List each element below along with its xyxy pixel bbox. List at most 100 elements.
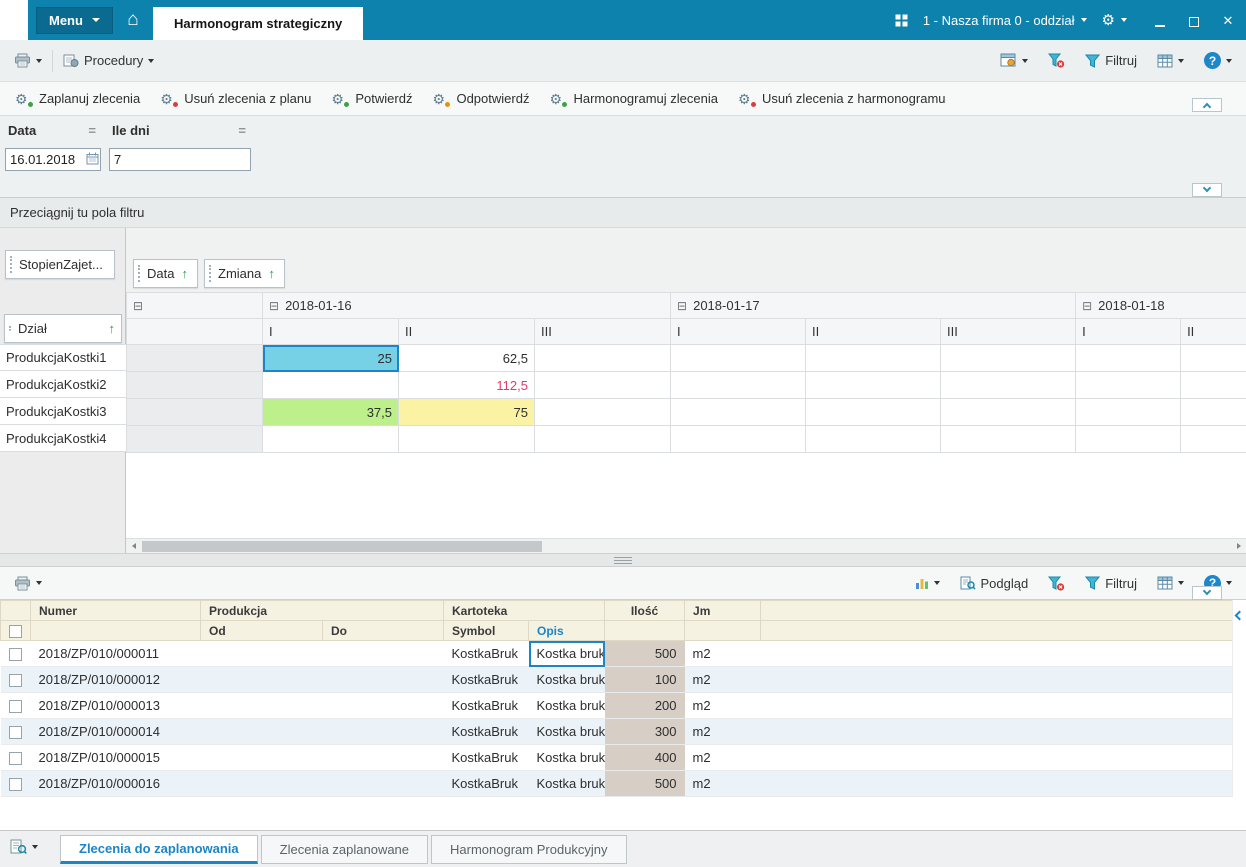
cell-symbol[interactable]: KostkaBruk <box>443 718 529 745</box>
pivot-subheader[interactable]: II <box>398 318 535 345</box>
column-header-numer[interactable]: Numer <box>30 600 201 621</box>
pivot-cell[interactable] <box>533 371 672 399</box>
pivot-cell[interactable] <box>533 425 672 453</box>
calendar-icon[interactable] <box>86 152 99 165</box>
cell-jm[interactable]: m2 <box>684 744 761 771</box>
cell-od[interactable] <box>200 666 323 693</box>
column-header-od[interactable]: Od <box>200 620 323 641</box>
cell-jm[interactable]: m2 <box>684 692 761 719</box>
cell-ilosc[interactable]: 300 <box>604 718 685 745</box>
cell-ilosc[interactable]: 500 <box>604 770 685 797</box>
action-zaplanuj-zlecenia[interactable]: ⚙ Zaplanuj zlecenia <box>6 85 149 113</box>
pivot-subheader[interactable]: I <box>262 318 399 345</box>
grid-settings-button[interactable] <box>1151 48 1190 74</box>
cell-do[interactable] <box>322 640 444 667</box>
filter-button[interactable]: Filtruj <box>1079 48 1143 74</box>
menu-button[interactable]: Menu <box>36 6 113 34</box>
cell-opis[interactable]: Kostka bruk <box>528 692 605 719</box>
apps-button[interactable] <box>895 14 908 27</box>
collapse-box-icon[interactable]: ⊟ <box>677 299 687 313</box>
cell-opis-selected[interactable]: Kostka bruk <box>528 640 605 667</box>
close-button[interactable]: ✕ <box>1222 14 1234 27</box>
cell-jm[interactable]: m2 <box>684 666 761 693</box>
cell-symbol[interactable]: KostkaBruk <box>443 744 529 771</box>
cell-numer[interactable]: 2018/ZP/010/000011 <box>30 640 201 667</box>
pivot-cell[interactable] <box>533 344 672 372</box>
pivot-cell[interactable] <box>805 344 942 372</box>
action-usun-zlecenia-z-planu[interactable]: ⚙ Usuń zlecenia z planu <box>151 85 320 113</box>
pivot-subheader[interactable]: III <box>940 318 1077 345</box>
row-checkbox[interactable] <box>9 752 22 766</box>
pivot-column-field-data-chip[interactable]: Data ↑ <box>133 259 198 288</box>
preview-button[interactable]: Podgląd <box>954 570 1035 596</box>
pivot-column-group-2018-01-16[interactable]: ⊟ 2018-01-16 <box>261 292 672 319</box>
column-header-ilosc[interactable]: Ilość <box>604 600 686 621</box>
select-all-checkbox[interactable] <box>9 624 22 638</box>
pivot-cell[interactable] <box>262 425 399 453</box>
pivot-subheader[interactable]: I <box>1075 318 1182 345</box>
cell-ilosc[interactable]: 500 <box>604 640 685 667</box>
cell-numer[interactable]: 2018/ZP/010/000012 <box>30 666 201 693</box>
pivot-cell-selected[interactable]: 25 <box>262 344 399 372</box>
scroll-right-button[interactable] <box>1231 539 1246 553</box>
expand-params-panel-button[interactable] <box>1192 183 1222 197</box>
collapse-box-icon[interactable]: ⊟ <box>269 299 279 313</box>
pivot-data-field-chip[interactable]: StopienZajet... <box>5 250 115 279</box>
cell-numer[interactable]: 2018/ZP/010/000014 <box>30 718 201 745</box>
pivot-subheader[interactable]: I <box>670 318 807 345</box>
cell-opis[interactable]: Kostka bruk <box>528 744 605 771</box>
row-checkbox[interactable] <box>9 674 22 688</box>
column-header-jm[interactable]: Jm <box>684 600 762 621</box>
pivot-cell[interactable] <box>398 425 535 453</box>
pivot-cell[interactable] <box>805 425 942 453</box>
cell-od[interactable] <box>200 770 323 797</box>
pivot-cell[interactable] <box>670 344 807 372</box>
cell-symbol[interactable]: KostkaBruk <box>443 666 529 693</box>
pivot-cell[interactable]: 75 <box>398 398 535 426</box>
cell-numer[interactable]: 2018/ZP/010/000016 <box>30 770 201 797</box>
cell-numer[interactable]: 2018/ZP/010/000013 <box>30 692 201 719</box>
pivot-cell[interactable] <box>533 398 672 426</box>
print-button[interactable] <box>8 48 48 74</box>
cell-od[interactable] <box>200 640 323 667</box>
procedures-button[interactable]: Procedury <box>57 48 160 74</box>
collapse-box-icon[interactable]: ⊟ <box>133 299 143 313</box>
cell-jm[interactable]: m2 <box>684 718 761 745</box>
cell-numer[interactable]: 2018/ZP/010/000015 <box>30 744 201 771</box>
cell-symbol[interactable]: KostkaBruk <box>443 770 529 797</box>
scroll-left-button[interactable] <box>126 539 141 553</box>
pivot-cell[interactable] <box>940 425 1077 453</box>
customize-view-button[interactable] <box>994 48 1034 74</box>
pivot-subheader[interactable]: II <box>1180 318 1246 345</box>
pivot-cell[interactable] <box>1075 425 1182 453</box>
window-tab-title[interactable]: Harmonogram strategiczny <box>152 7 364 40</box>
print-orders-button[interactable] <box>8 570 48 596</box>
pivot-cell[interactable] <box>1180 344 1246 372</box>
collapse-right-panel-button[interactable] <box>1232 600 1246 796</box>
tab-zlecenia-zaplanowane[interactable]: Zlecenia zaplanowane <box>260 835 429 864</box>
pivot-subheader[interactable]: II <box>805 318 942 345</box>
cell-opis[interactable]: Kostka bruk <box>528 770 605 797</box>
pivot-cell[interactable] <box>670 425 807 453</box>
cell-do[interactable] <box>322 744 444 771</box>
cell-symbol[interactable]: KostkaBruk <box>443 692 529 719</box>
action-potwierdz[interactable]: ⚙ Potwierdź <box>322 85 421 113</box>
tab-harmonogram-produkcyjny[interactable]: Harmonogram Produkcyjny <box>431 835 627 864</box>
pivot-cell[interactable] <box>1075 371 1182 399</box>
filter-equals-icon[interactable]: = <box>238 123 246 138</box>
column-header-symbol[interactable]: Symbol <box>443 620 529 641</box>
help-button[interactable]: ? <box>1198 48 1238 74</box>
collapse-box-icon[interactable]: ⊟ <box>1082 299 1092 313</box>
home-button[interactable]: ⌂ <box>113 0 153 40</box>
cell-do[interactable] <box>322 718 444 745</box>
cell-od[interactable] <box>200 718 323 745</box>
pivot-column-group-2018-01-17[interactable]: ⊟ 2018-01-17 <box>670 292 1077 319</box>
pivot-cell[interactable] <box>1180 425 1246 453</box>
collapse-params-panel-button[interactable] <box>1192 98 1222 112</box>
row-checkbox[interactable] <box>9 778 22 792</box>
cell-do[interactable] <box>322 770 444 797</box>
maximize-button[interactable] <box>1188 14 1200 27</box>
pivot-cell[interactable] <box>1075 344 1182 372</box>
cell-jm[interactable]: m2 <box>684 770 761 797</box>
pivot-cell[interactable] <box>805 398 942 426</box>
